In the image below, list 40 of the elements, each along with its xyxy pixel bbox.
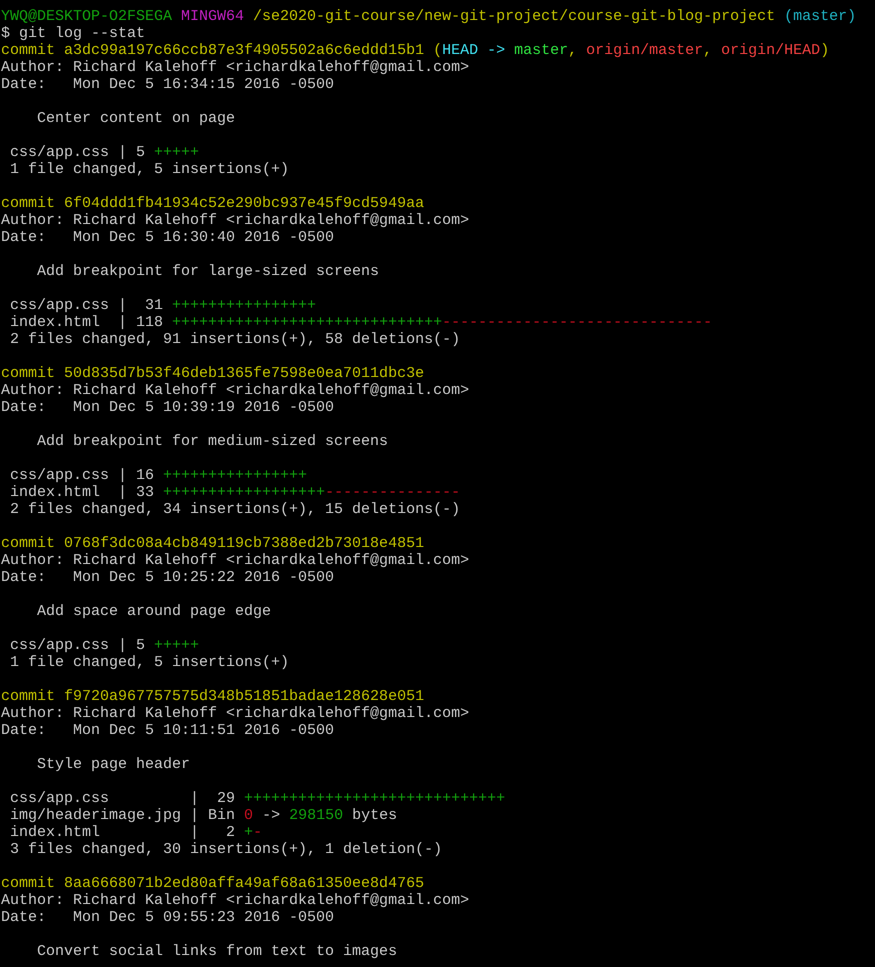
terminal-line: Author: Richard Kalehoff <richardkalehoff@gmail.com> bbox=[1, 59, 470, 76]
terminal-line: Author: Richard Kalehoff <richardkalehoff@gmail.com> bbox=[1, 552, 470, 569]
terminal-line: Date: Mon Dec 5 09:55:23 2016 -0500 bbox=[1, 909, 334, 926]
terminal-line: Date: Mon Dec 5 10:11:51 2016 -0500 bbox=[1, 722, 334, 739]
terminal-line: commit 8aa6668071b2ed80affa49af68a61350ee8d4765 bbox=[1, 875, 424, 892]
terminal-line: index.html | 33 ++++++++++++++++++--------------- bbox=[9, 484, 460, 501]
terminal-line: Add breakpoint for medium-sized screens bbox=[36, 433, 388, 450]
terminal-line: commit f9720a967757575d348b51851badae128628e051 bbox=[1, 688, 424, 705]
terminal-line: commit 0768f3dc08a4cb849119cb7388ed2b73018e4851 bbox=[1, 535, 424, 552]
terminal-line: 3 files changed, 30 insertions(+), 1 deletion(-) bbox=[9, 841, 442, 858]
terminal-line: css/app.css | 5 +++++ bbox=[9, 637, 200, 654]
terminal-line: css/app.css | 16 ++++++++++++++++ bbox=[9, 467, 308, 484]
terminal-line: commit a3dc99a197c66ccb87e3f4905502a6c6eddd15b1 (HEAD -> master, origin/master, origin/HEAD) bbox=[1, 42, 830, 59]
terminal-line: commit 50d835d7b53f46deb1365fe7598e0ea7011dbc3e bbox=[1, 365, 424, 382]
terminal-line: Convert social links from text to images bbox=[36, 943, 398, 960]
terminal-line: $ git log --stat bbox=[1, 25, 146, 42]
terminal-line: Date: Mon Dec 5 16:34:15 2016 -0500 bbox=[1, 76, 334, 93]
terminal-line: Author: Richard Kalehoff <richardkalehoff@gmail.com> bbox=[1, 892, 470, 909]
terminal-line: Add breakpoint for large-sized screens bbox=[36, 263, 380, 280]
terminal-line: Author: Richard Kalehoff <richardkalehoff@gmail.com> bbox=[1, 705, 470, 722]
terminal-line: index.html | 2 +- bbox=[9, 824, 262, 841]
terminal-line: 2 files changed, 91 insertions(+), 58 deletions(-) bbox=[9, 331, 460, 348]
terminal-line: Date: Mon Dec 5 10:25:22 2016 -0500 bbox=[1, 569, 334, 586]
terminal-line: YWQ@DESKTOP-O2FSEGA MINGW64 /se2020-git-course/new-git-project/course-git-blog-project (master) bbox=[1, 8, 856, 25]
terminal-line: commit 6f04ddd1fb41934c52e290bc937e45f9cd5949aa bbox=[1, 195, 424, 212]
terminal-line: 1 file changed, 5 insertions(+) bbox=[9, 161, 290, 178]
terminal-line: css/app.css | 5 +++++ bbox=[9, 144, 200, 161]
terminal-line: css/app.css | 31 ++++++++++++++++ bbox=[9, 297, 316, 314]
terminal-line: Date: Mon Dec 5 16:30:40 2016 -0500 bbox=[1, 229, 334, 246]
terminal-line: 1 file changed, 5 insertions(+) bbox=[9, 654, 290, 671]
terminal-line: 2 files changed, 34 insertions(+), 15 deletions(-) bbox=[9, 501, 460, 518]
terminal-line: css/app.css | 29 +++++++++++++++++++++++++++++ bbox=[9, 790, 506, 807]
terminal-line: Center content on page bbox=[36, 110, 236, 127]
terminal-line: img/headerimage.jpg | Bin 0 -> 298150 bytes bbox=[9, 807, 398, 824]
terminal-line: index.html | 118 ++++++++++++++++++++++++++++++------------------------------ bbox=[9, 314, 712, 331]
terminal-line: Author: Richard Kalehoff <richardkalehoff@gmail.com> bbox=[1, 212, 470, 229]
terminal-line: Date: Mon Dec 5 10:39:19 2016 -0500 bbox=[1, 399, 334, 416]
terminal-line: Author: Richard Kalehoff <richardkalehoff@gmail.com> bbox=[1, 382, 470, 399]
terminal-line: Style page header bbox=[36, 756, 190, 773]
terminal-line: Add space around page edge bbox=[36, 603, 272, 620]
